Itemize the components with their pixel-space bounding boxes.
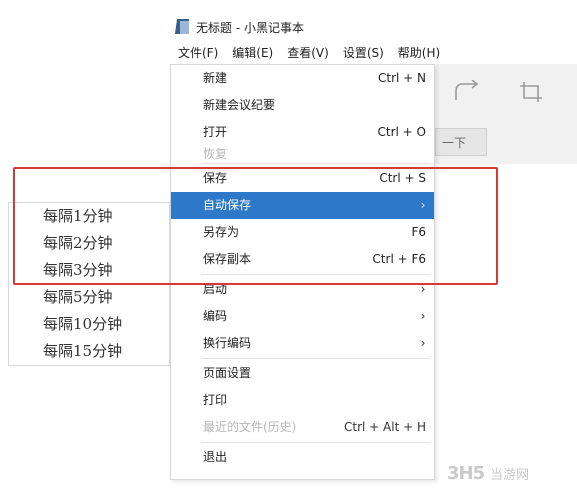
shortcut-label: Ctrl + N	[377, 71, 426, 85]
menu-item-new-meeting-notes[interactable]: 新建会议纪要	[171, 92, 434, 119]
menu-item-label: 恢复	[203, 147, 228, 161]
submenu-arrow-icon: ›	[420, 309, 426, 323]
menu-item-label: 退出	[203, 450, 228, 464]
menu-separator	[201, 358, 430, 359]
menu-settings[interactable]: 设置(S)	[343, 44, 384, 61]
notepad-app-icon	[174, 19, 190, 35]
menu-item-print[interactable]: 打印	[171, 387, 434, 414]
menu-item-label: 页面设置	[203, 366, 252, 380]
menu-item-label: 最近的文件(历史)	[203, 420, 297, 434]
toolbar-area: 一下	[430, 64, 577, 164]
menu-file[interactable]: 文件(F)	[178, 44, 218, 61]
crop-icon[interactable]	[518, 80, 544, 108]
next-button[interactable]: 一下	[435, 128, 487, 156]
menu-item-new[interactable]: 新建 Ctrl + N	[171, 65, 434, 92]
watermark-logo: 3H5	[447, 462, 485, 484]
window-title: 无标题 - 小黑记事本	[196, 20, 304, 35]
redo-icon[interactable]	[452, 79, 482, 108]
menu-separator	[201, 163, 430, 164]
menu-item-label: 新建会议纪要	[203, 98, 276, 112]
menu-item-restore: 恢复	[171, 146, 434, 162]
watermark-text: 当游网	[490, 467, 530, 483]
menu-item-exit[interactable]: 退出	[171, 444, 434, 471]
menu-item-open[interactable]: 打开 Ctrl + O	[171, 119, 434, 146]
menu-item-line-ending[interactable]: 换行编码 ›	[171, 330, 434, 357]
menu-item-label: 编码	[203, 309, 228, 323]
menu-item-label: 新建	[203, 71, 228, 85]
shortcut-label: Ctrl + O	[377, 125, 426, 139]
menu-item-recent-files: 最近的文件(历史) Ctrl + Alt + H	[171, 414, 434, 441]
menu-item-label: 打印	[203, 393, 228, 407]
shortcut-label: Ctrl + Alt + H	[344, 420, 426, 434]
menu-separator	[201, 442, 430, 443]
submenu-arrow-icon: ›	[420, 336, 426, 350]
menu-help[interactable]: 帮助(H)	[398, 44, 440, 61]
menu-item-label: 换行编码	[203, 336, 252, 350]
watermark: 3H5 当游网	[447, 460, 573, 486]
autosave-5min[interactable]: 每隔5分钟	[9, 284, 169, 311]
title-bar: 无标题 - 小黑记事本	[170, 14, 577, 40]
menu-view[interactable]: 查看(V)	[287, 44, 329, 61]
menu-item-page-setup[interactable]: 页面设置	[171, 360, 434, 387]
menu-item-label: 打开	[203, 125, 228, 139]
menu-item-encoding[interactable]: 编码 ›	[171, 303, 434, 330]
autosave-15min[interactable]: 每隔15分钟	[9, 338, 169, 365]
menu-edit[interactable]: 编辑(E)	[232, 44, 273, 61]
highlight-annotation-box	[13, 167, 498, 285]
autosave-10min[interactable]: 每隔10分钟	[9, 311, 169, 338]
menu-bar: 文件(F) 编辑(E) 查看(V) 设置(S) 帮助(H)	[170, 40, 577, 64]
